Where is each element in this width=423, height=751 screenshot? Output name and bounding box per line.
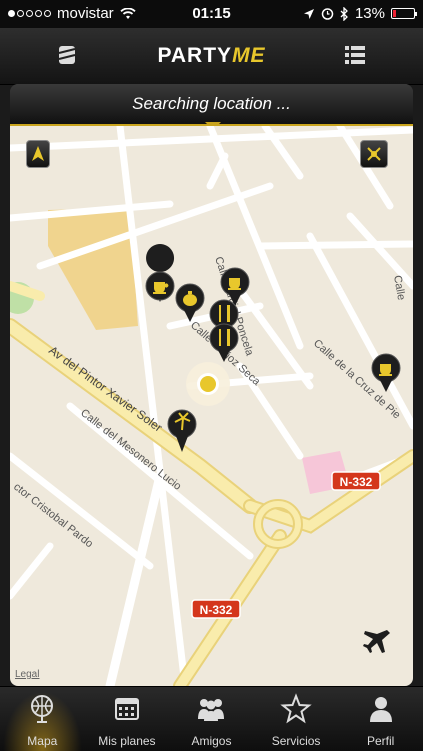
tab-amigos[interactable]: Amigos <box>169 687 254 751</box>
tab-label: Perfil <box>367 734 395 748</box>
map-view[interactable]: Calle Jardiel Poncela Calle de la Cruz d… <box>10 126 413 686</box>
app-header: PARTYME <box>0 28 423 85</box>
map-legal-link[interactable]: Legal <box>15 669 39 680</box>
signal-strength-icon <box>8 10 51 17</box>
location-arrow-icon <box>303 8 314 19</box>
road-badge-n332-bottom: N-332 <box>191 599 241 619</box>
logo-accent: ME <box>232 44 266 67</box>
tab-label: Servicios <box>271 734 321 748</box>
coffee-cup-pin[interactable] <box>145 244 175 302</box>
road-badge-label: N-332 <box>200 603 233 617</box>
tools-icon <box>367 147 381 161</box>
tab-label: Mis planes <box>98 734 156 748</box>
locate-me-button[interactable] <box>26 140 50 168</box>
list-menu-button[interactable] <box>340 42 370 68</box>
tab-bar: Mapa Mis planes Amigos Servicios Perfil <box>0 686 423 751</box>
carrier-name: movistar <box>57 5 114 22</box>
status-bar: movistar 01:15 13% <box>0 0 423 28</box>
logo-main: PARTY <box>157 44 233 67</box>
star-icon <box>280 693 312 724</box>
tab-mapa[interactable]: Mapa <box>0 687 85 751</box>
friends-icon <box>198 699 225 721</box>
globe-icon <box>31 695 54 723</box>
airplane-icon[interactable] <box>362 626 392 656</box>
battery-percent: 13% <box>354 5 385 22</box>
map-filter-button[interactable] <box>360 140 388 168</box>
tab-mis-planes[interactable]: Mis planes <box>85 687 170 751</box>
alarm-icon <box>321 8 334 20</box>
road-badge-label: N-332 <box>340 475 373 489</box>
user-location-core <box>200 376 216 392</box>
profile-icon <box>369 697 392 722</box>
calendar-icon <box>114 698 139 720</box>
bluetooth-icon <box>340 6 348 21</box>
tab-perfil[interactable]: Perfil <box>338 687 423 751</box>
map-panel: Searching location ... Calle Jardiel Pon… <box>10 84 413 686</box>
road-badge-n332-top: N-332 <box>331 471 381 491</box>
tab-label: Amigos <box>191 734 232 748</box>
coffee-cup-pin[interactable] <box>371 353 401 392</box>
tab-servicios[interactable]: Servicios <box>254 687 339 751</box>
map-park-area <box>48 208 138 330</box>
battery-icon <box>391 8 417 19</box>
wifi-icon <box>120 7 136 19</box>
tab-label: Mapa <box>27 734 58 748</box>
list-icon <box>345 46 365 64</box>
compass-arrow-icon <box>32 146 44 161</box>
location-status-banner: Searching location ... <box>10 84 413 126</box>
